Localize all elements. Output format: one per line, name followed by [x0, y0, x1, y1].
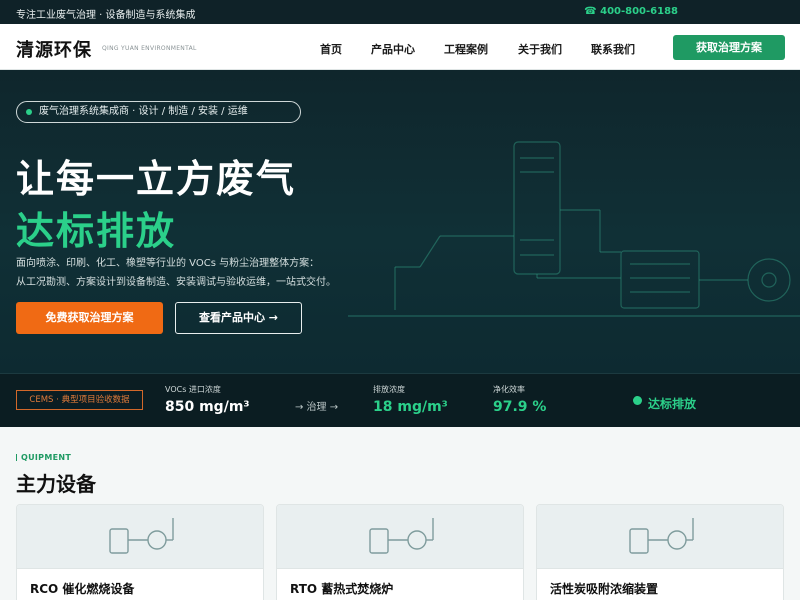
hero-badge-text: 废气治理系统集成商 · 设计 / 制造 / 安装 / 运维 — [39, 106, 248, 117]
section-tag-text: QUIPMENT — [17, 453, 72, 462]
product-card-rco[interactable]: RCO 催化燃烧设备 — [16, 504, 264, 600]
outlet-label: 排放浓度 — [373, 385, 405, 394]
hero-description-line2: 从工况勘测、方案设计到设备制造、安装调试与验收运维，一站式交付。 — [16, 277, 336, 288]
get-solution-button[interactable]: 获取治理方案 — [673, 35, 785, 60]
equipment-section: QUIPMENT 主力设备 RCO 催化燃烧设备 RTO 蓄热式焚烧炉 活性炭吸… — [0, 427, 800, 600]
hero-banner: 废气治理系统集成商 · 设计 / 制造 / 安装 / 运维 让每一立方废气 达标… — [0, 70, 800, 373]
compliance-status-text: 达标排放 — [648, 397, 697, 411]
equipment-diagram-icon — [629, 518, 694, 554]
inlet-value: 850 mg/m³ — [165, 399, 250, 415]
cems-badge: CEMS · 典型项目验收数据 — [16, 390, 143, 410]
treatment-arrow: → 治理 → — [295, 402, 339, 413]
equipment-diagram-icon — [109, 518, 174, 554]
status-dot-icon — [633, 396, 642, 405]
view-products-button[interactable]: 查看产品中心 → — [175, 302, 302, 334]
top-bar: 专注工业废气治理 · 设备制造与系统集成 ☎ 400-800-6188 — [0, 0, 800, 24]
hero-title-line1: 让每一立方废气 — [16, 157, 297, 201]
top-tagline: 专注工业废气治理 · 设备制造与系统集成 — [16, 10, 196, 21]
product-card-rto[interactable]: RTO 蓄热式焚烧炉 — [276, 504, 524, 600]
section-title: 主力设备 — [16, 472, 96, 496]
nav-item-products[interactable]: 产品中心 — [371, 41, 415, 57]
product-name: RCO 催化燃烧设备 — [30, 582, 135, 596]
status-dot-icon — [26, 109, 32, 115]
efficiency-value: 97.9 % — [493, 399, 547, 415]
equipment-diagram-icon — [369, 518, 434, 554]
logo-english: QING YUAN ENVIRONMENTAL — [102, 45, 197, 52]
nav-item-home[interactable]: 首页 — [320, 41, 342, 57]
product-image — [277, 505, 523, 569]
product-image — [17, 505, 263, 569]
hero-badge: 废气治理系统集成商 · 设计 / 制造 / 安装 / 运维 — [16, 101, 301, 123]
efficiency-label: 净化效率 — [493, 385, 525, 394]
free-solution-button[interactable]: 免费获取治理方案 — [16, 302, 163, 334]
product-name: 活性炭吸附浓缩装置 — [550, 582, 659, 596]
product-card-carbon[interactable]: 活性炭吸附浓缩装置 — [536, 504, 784, 600]
nav-item-contact[interactable]: 联系我们 — [591, 41, 635, 57]
product-image — [537, 505, 783, 569]
logo[interactable]: 清源环保 — [16, 36, 92, 62]
outlet-value: 18 mg/m³ — [373, 399, 448, 415]
hotline-phone[interactable]: ☎ 400-800-6188 — [584, 6, 678, 17]
main-nav: 清源环保 QING YUAN ENVIRONMENTAL 首页 产品中心 工程案… — [0, 24, 800, 70]
product-name: RTO 蓄热式焚烧炉 — [290, 582, 394, 596]
nav-item-about[interactable]: 关于我们 — [518, 41, 562, 57]
nav-item-cases[interactable]: 工程案例 — [444, 41, 488, 57]
inlet-label: VOCs 进口浓度 — [165, 385, 221, 394]
hero-title-line2: 达标排放 — [16, 209, 177, 253]
hero-description-line1: 面向喷涂、印刷、化工、橡塑等行业的 VOCs 与粉尘治理整体方案： — [16, 258, 320, 269]
cems-stats-strip: CEMS · 典型项目验收数据 VOCs 进口浓度 850 mg/m³ → 治理… — [0, 373, 800, 427]
